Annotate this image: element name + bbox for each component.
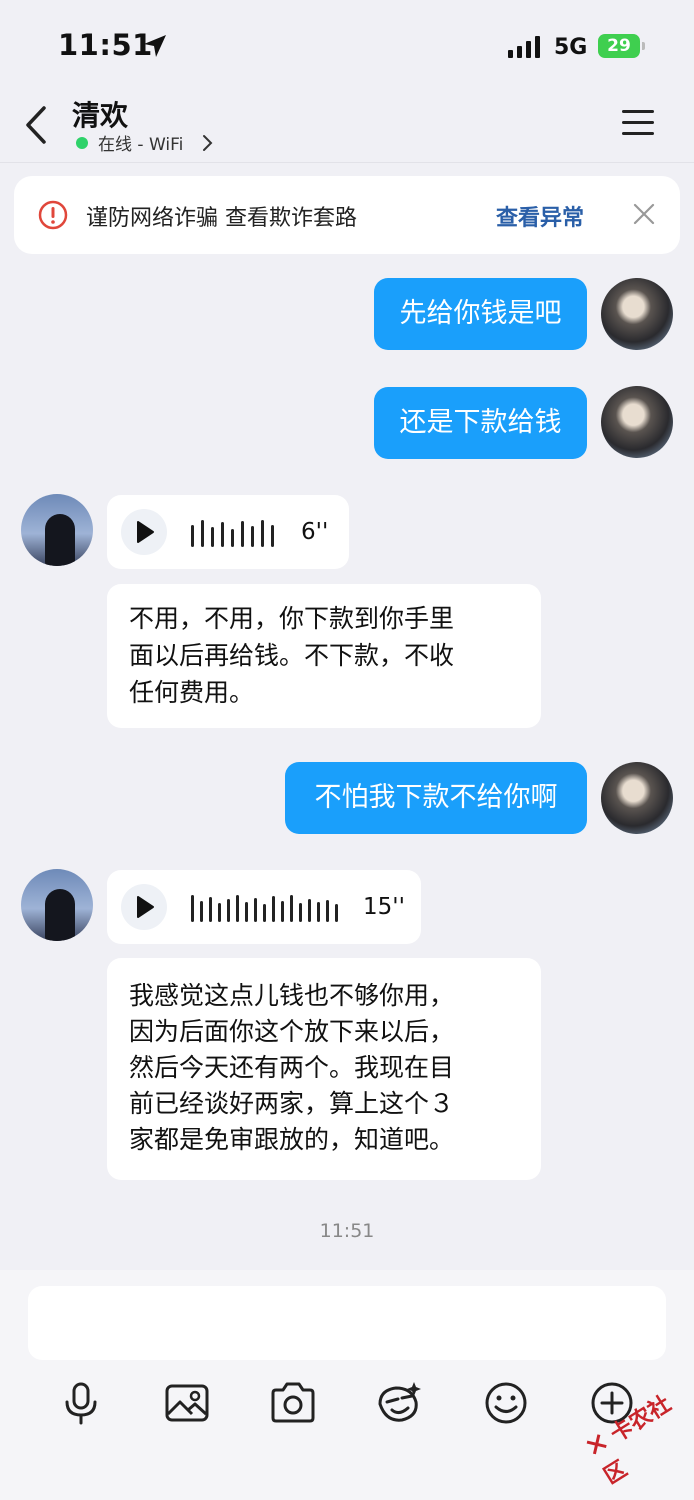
message-line: 然后今天还有两个。我现在目	[129, 1053, 455, 1082]
menu-button[interactable]	[620, 108, 656, 138]
chevron-right-icon[interactable]	[202, 134, 214, 152]
voice-message[interactable]: 15''	[107, 870, 421, 944]
message-bubble-incoming[interactable]: 我感觉这点儿钱也不够你用， 因为后面你这个放下来以后， 然后今天还有两个。我现在…	[107, 958, 541, 1180]
message-line: 面以后再给钱。不下款，不收	[129, 641, 455, 670]
avatar[interactable]	[21, 869, 93, 941]
warning-text: 谨防网络诈骗 查看欺诈套路	[86, 206, 357, 231]
message-bubble-outgoing[interactable]: 先给你钱是吧	[374, 278, 587, 350]
avatar[interactable]	[21, 494, 93, 566]
avatar[interactable]	[601, 386, 673, 458]
view-anomaly-link[interactable]: 查看异常	[496, 200, 584, 232]
waveform-icon	[191, 520, 274, 547]
message-bubble-incoming[interactable]: 不用，不用，你下款到你手里 面以后再给钱。不下款，不收 任何费用。	[107, 584, 541, 728]
emoji-icon[interactable]	[481, 1378, 531, 1428]
battery-icon: 29	[598, 34, 646, 58]
waveform-icon	[191, 895, 338, 922]
network-type: 5G	[554, 35, 588, 60]
message-bubble-outgoing[interactable]: 不怕我下款不给你啊	[285, 762, 587, 834]
image-icon[interactable]	[162, 1378, 212, 1428]
avatar[interactable]	[601, 278, 673, 350]
message-bubble-outgoing[interactable]: 还是下款给钱	[374, 387, 587, 459]
play-icon	[137, 521, 154, 543]
play-button[interactable]	[121, 509, 167, 555]
online-dot-icon	[76, 137, 88, 149]
composer	[0, 1270, 694, 1500]
contact-name[interactable]: 清欢	[72, 94, 128, 134]
voice-duration: 6''	[301, 519, 329, 545]
battery-level: 29	[607, 36, 631, 56]
voice-message[interactable]: 6''	[107, 495, 349, 569]
message-line: 任何费用。	[129, 678, 255, 707]
sticker-icon[interactable]	[374, 1378, 424, 1428]
chat-header: 清欢 在线 - WiFi	[0, 90, 694, 163]
message-line: 我感觉这点儿钱也不够你用，	[129, 981, 455, 1010]
online-status[interactable]: 在线 - WiFi	[98, 130, 183, 155]
close-icon[interactable]	[632, 202, 656, 226]
message-input[interactable]	[28, 1286, 666, 1360]
message-line: 家都是免审跟放的，知道吧。	[129, 1125, 455, 1154]
status-bar: 11:51 5G 29	[0, 0, 694, 90]
back-button[interactable]	[18, 100, 58, 150]
play-button[interactable]	[121, 884, 167, 930]
signal-icon	[508, 36, 540, 58]
camera-icon[interactable]	[268, 1378, 318, 1428]
warning-icon	[38, 200, 68, 230]
message-line: 前已经谈好两家，算上这个３	[129, 1089, 455, 1118]
location-arrow-icon	[144, 35, 166, 57]
play-icon	[137, 896, 154, 918]
avatar[interactable]	[601, 762, 673, 834]
voice-duration: 15''	[363, 894, 405, 920]
fraud-warning-banner: 谨防网络诈骗 查看欺诈套路 查看异常	[14, 176, 680, 254]
message-line: 因为后面你这个放下来以后，	[129, 1017, 455, 1046]
message-timestamp: 11:51	[319, 1220, 375, 1242]
message-line: 不用，不用，你下款到你手里	[129, 604, 455, 633]
microphone-icon[interactable]	[56, 1378, 106, 1428]
status-time: 11:51	[58, 28, 153, 62]
